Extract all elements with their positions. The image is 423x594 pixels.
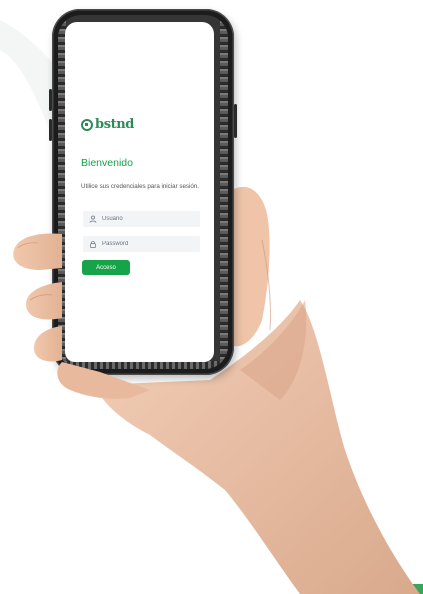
login-screen: bstnd Bienvenido Utilice sus credenciale… — [65, 22, 214, 362]
phone-side-button — [49, 119, 52, 141]
phone-frame-texture — [220, 15, 228, 369]
user-icon — [89, 215, 97, 223]
brand-logo: bstnd — [81, 117, 134, 132]
phone-side-button — [49, 89, 52, 111]
phone-frame-texture — [58, 361, 228, 369]
login-instructions: Utilice sus credenciales para iniciar se… — [81, 183, 199, 190]
lock-icon — [90, 241, 96, 248]
marketing-scene: bstnd Bienvenido Utilice sus credenciale… — [0, 0, 423, 594]
username-field[interactable] — [83, 211, 200, 227]
smartphone: bstnd Bienvenido Utilice sus credenciale… — [49, 9, 237, 375]
brand-logo-icon — [81, 118, 93, 131]
password-field[interactable] — [83, 236, 200, 252]
welcome-heading: Bienvenido — [81, 157, 133, 169]
brand-name: bstnd — [95, 117, 134, 132]
password-input[interactable] — [102, 241, 192, 247]
phone-power-button — [234, 104, 237, 138]
username-input[interactable] — [102, 216, 192, 222]
login-button[interactable]: Acceso — [82, 260, 130, 275]
